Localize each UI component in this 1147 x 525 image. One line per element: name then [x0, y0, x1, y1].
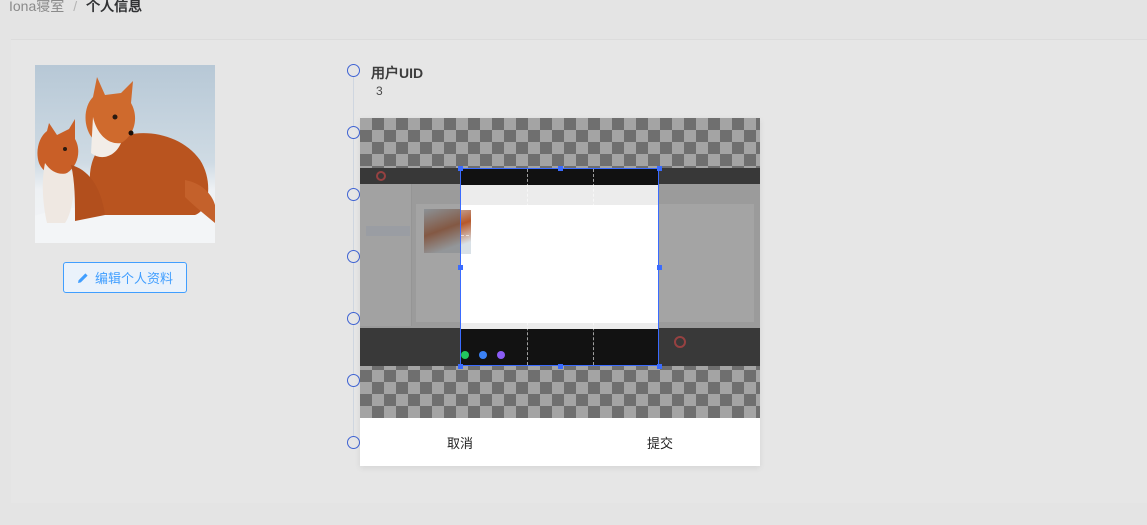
fox-photo: [35, 77, 215, 243]
crop-handle[interactable]: [657, 364, 662, 369]
timeline-dot: [347, 188, 360, 201]
timeline-dot: [347, 126, 360, 139]
timeline-dot: [347, 64, 360, 77]
edit-profile-label: 编辑个人资料: [94, 271, 173, 286]
breadcrumb-root[interactable]: Iona寝室: [9, 0, 64, 16]
profile-card: 编辑个人资料 用户UID 3 取消 提交: [11, 39, 1147, 503]
image-cropper: 取消 提交: [360, 118, 760, 466]
timeline-dot: [347, 312, 360, 325]
crop-handle[interactable]: [558, 166, 563, 171]
edit-pen-icon: [77, 272, 88, 283]
submit-button[interactable]: 提交: [560, 418, 760, 466]
timeline-dot: [347, 436, 360, 449]
timeline-dot: [347, 374, 360, 387]
crop-selection-box[interactable]: [458, 166, 662, 369]
crop-handle[interactable]: [657, 265, 662, 270]
edit-profile-button[interactable]: 编辑个人资料: [63, 262, 187, 293]
crop-handle[interactable]: [458, 166, 463, 171]
field-title-uid: 用户UID: [371, 65, 424, 81]
timeline-dot: [347, 250, 360, 263]
crop-actions: 取消 提交: [360, 418, 760, 466]
crop-handle[interactable]: [657, 166, 662, 171]
crop-handle[interactable]: [558, 364, 563, 369]
field-value-uid: 3: [376, 84, 383, 98]
crop-handle[interactable]: [458, 265, 463, 270]
avatar: [35, 65, 215, 243]
breadcrumb-current: 个人信息: [86, 0, 143, 14]
cancel-button[interactable]: 取消: [360, 418, 560, 466]
crop-handle[interactable]: [458, 364, 463, 369]
breadcrumb-separator: /: [73, 0, 78, 14]
breadcrumb: Iona寝室 / 个人信息: [9, 0, 142, 16]
